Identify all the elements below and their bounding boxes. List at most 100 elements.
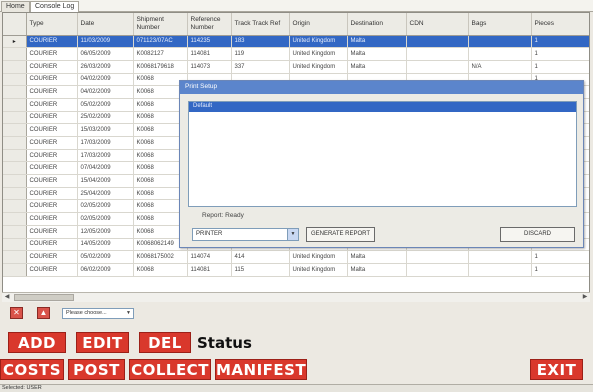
cell-shipment[interactable]: K0068175002 xyxy=(133,250,188,264)
row-indicator[interactable] xyxy=(3,73,27,87)
cell-type[interactable]: COURIER xyxy=(26,174,78,188)
cell-reference[interactable]: 114081 xyxy=(187,263,232,277)
cell-date[interactable]: 02/05/2009 xyxy=(77,212,134,226)
cell-type[interactable]: COURIER xyxy=(26,161,78,176)
column-header[interactable]: CDN xyxy=(406,13,469,36)
column-header[interactable]: Pieces xyxy=(531,13,589,36)
cell-date[interactable]: 25/02/2009 xyxy=(77,111,134,125)
cell-track[interactable]: 337 xyxy=(231,60,290,74)
cell-date[interactable]: 04/02/2009 xyxy=(77,73,134,87)
cell-cdn[interactable] xyxy=(406,250,469,264)
cell-date[interactable]: 06/02/2009 xyxy=(77,263,134,277)
row-indicator[interactable] xyxy=(3,187,27,201)
filter-icon[interactable]: ▲ xyxy=(37,307,50,319)
cell-reference[interactable]: 114235 xyxy=(187,35,232,49)
column-header[interactable]: Origin xyxy=(289,13,348,36)
generate-report-button[interactable]: GENERATE REPORT xyxy=(306,227,375,242)
cell-shipment[interactable]: 071123/07AC xyxy=(133,35,188,49)
manifest-button[interactable]: MANIFEST xyxy=(215,359,307,380)
row-indicator[interactable] xyxy=(3,174,27,188)
tab-home[interactable]: Home xyxy=(1,1,30,12)
cell-shipment[interactable]: K0068 xyxy=(133,263,188,277)
cell-bags[interactable]: N/A xyxy=(468,60,532,74)
edit-button[interactable]: EDIT xyxy=(76,332,129,353)
table-row[interactable]: ▸ COURIER 11/03/2009 071123/07AC 114235 183 Un… xyxy=(3,35,589,49)
cell-type[interactable]: COURIER xyxy=(26,263,78,277)
cell-origin[interactable]: United Kingdom xyxy=(289,47,348,61)
cell-bags[interactable] xyxy=(468,47,532,61)
column-header[interactable]: Track Track Ref xyxy=(231,13,290,36)
row-indicator[interactable] xyxy=(3,149,27,163)
cell-type[interactable]: COURIER xyxy=(26,187,78,201)
cell-cdn[interactable] xyxy=(406,263,469,277)
cell-type[interactable]: COURIER xyxy=(26,225,78,239)
cell-destination[interactable]: Malta xyxy=(347,47,407,61)
cell-track[interactable]: 183 xyxy=(231,35,290,49)
table-row[interactable]: COURIER 05/02/2009 K0068175002 114074 414 Uni… xyxy=(3,250,589,264)
cell-pieces[interactable]: 1 xyxy=(531,47,589,61)
chevron-down-icon[interactable]: ▼ xyxy=(287,229,298,240)
cell-track[interactable]: 414 xyxy=(231,250,290,264)
cell-date[interactable]: 17/03/2009 xyxy=(77,149,134,163)
cell-type[interactable]: COURIER xyxy=(26,199,78,214)
cell-cdn[interactable] xyxy=(406,60,469,74)
cell-date[interactable]: 25/04/2009 xyxy=(77,187,134,201)
cell-shipment[interactable]: K0068179618 xyxy=(133,60,188,74)
scroll-left-icon[interactable]: ◀ xyxy=(2,293,12,302)
cell-cdn[interactable] xyxy=(406,35,469,49)
cell-type[interactable]: COURIER xyxy=(26,136,78,150)
scroll-right-icon[interactable]: ▶ xyxy=(580,293,590,302)
cell-date[interactable]: 02/05/2009 xyxy=(77,199,134,214)
cell-bags[interactable] xyxy=(468,250,532,264)
row-indicator[interactable] xyxy=(3,238,27,252)
cell-date[interactable]: 17/03/2009 xyxy=(77,136,134,150)
column-header[interactable]: Shipment Number xyxy=(133,13,188,36)
cell-date[interactable]: 15/03/2009 xyxy=(77,123,134,137)
exit-button[interactable]: EXIT xyxy=(530,359,583,380)
cell-date[interactable]: 15/04/2009 xyxy=(77,174,134,188)
cell-origin[interactable]: United Kingdom xyxy=(289,250,348,264)
chevron-down-icon[interactable]: ▼ xyxy=(124,309,133,318)
filter-select[interactable]: Please choose... ▼ xyxy=(62,308,134,319)
row-indicator[interactable] xyxy=(3,85,27,99)
cell-date[interactable]: 05/02/2009 xyxy=(77,250,134,264)
cell-reference[interactable]: 114073 xyxy=(187,60,232,74)
cell-date[interactable]: 05/02/2009 xyxy=(77,98,134,112)
column-header[interactable]: Type xyxy=(26,13,78,36)
table-row[interactable]: COURIER 26/03/2009 K0068179618 114073 337 Uni… xyxy=(3,60,589,74)
row-indicator[interactable] xyxy=(3,98,27,112)
column-header[interactable]: Date xyxy=(77,13,134,36)
cell-date[interactable]: 04/02/2009 xyxy=(77,85,134,99)
cell-date[interactable]: 06/05/2009 xyxy=(77,47,134,61)
cell-destination[interactable]: Malta xyxy=(347,60,407,74)
cell-destination[interactable]: Malta xyxy=(347,250,407,264)
post-button[interactable]: POST xyxy=(68,359,125,380)
row-indicator[interactable] xyxy=(3,60,27,74)
cell-type[interactable]: COURIER xyxy=(26,238,78,252)
row-indicator[interactable]: ▸ xyxy=(3,35,27,49)
column-header[interactable]: Bags xyxy=(468,13,532,36)
horizontal-scrollbar[interactable]: ◀ ▶ xyxy=(2,292,590,302)
column-header[interactable]: Reference Number xyxy=(187,13,232,36)
cell-date[interactable]: 11/03/2009 xyxy=(77,35,134,49)
row-indicator[interactable] xyxy=(3,47,27,61)
table-row[interactable]: COURIER 06/02/2009 K0068 114081 115 United Ki… xyxy=(3,263,589,277)
report-list[interactable]: Default xyxy=(188,101,577,207)
row-indicator[interactable] xyxy=(3,161,27,176)
column-header[interactable]: Destination xyxy=(347,13,407,36)
cell-date[interactable]: 12/05/2009 xyxy=(77,225,134,239)
cell-cdn[interactable] xyxy=(406,47,469,61)
cell-track[interactable]: 115 xyxy=(231,263,290,277)
clear-filter-icon[interactable]: ✕ xyxy=(10,307,23,319)
row-indicator[interactable] xyxy=(3,199,27,214)
cell-type[interactable]: COURIER xyxy=(26,85,78,99)
collect-button[interactable]: COLLECT xyxy=(129,359,211,380)
cell-pieces[interactable]: 1 xyxy=(531,250,589,264)
row-indicator[interactable] xyxy=(3,263,27,277)
table-row[interactable]: COURIER 06/05/2009 K0082127 114081 119 United… xyxy=(3,47,589,61)
cell-type[interactable]: COURIER xyxy=(26,73,78,87)
cell-shipment[interactable]: K0082127 xyxy=(133,47,188,61)
cell-reference[interactable]: 114074 xyxy=(187,250,232,264)
costs-button[interactable]: COSTS xyxy=(0,359,64,380)
cell-type[interactable]: COURIER xyxy=(26,35,78,49)
